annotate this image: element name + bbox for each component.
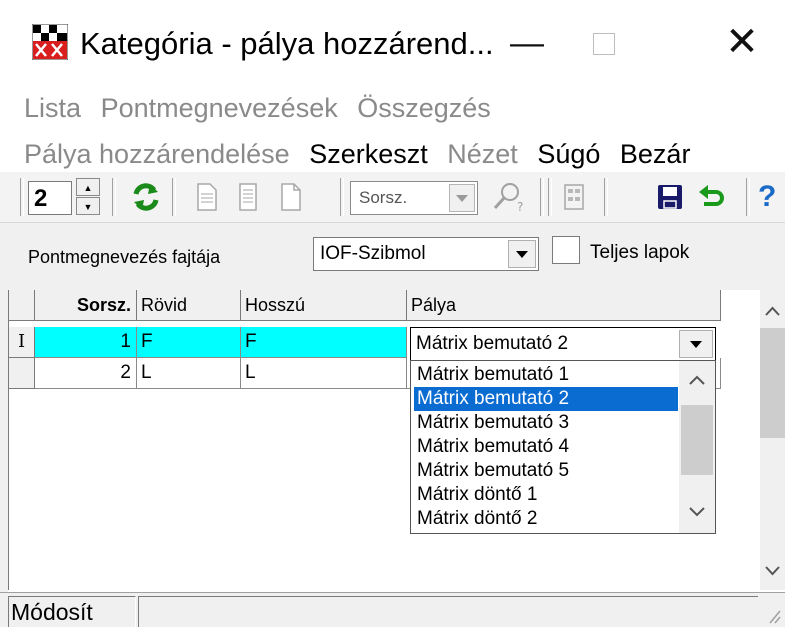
maximize-icon (593, 33, 615, 55)
status-text: Módosít (11, 599, 93, 625)
menu-szerkeszt[interactable]: Szerkeszt (309, 134, 428, 174)
full-pages-checkbox[interactable] (552, 236, 580, 264)
close-button[interactable]: ✕ (712, 14, 772, 72)
toolbar-separator (112, 178, 116, 216)
dropdown-scrollbar[interactable] (679, 361, 715, 533)
save-icon[interactable] (654, 180, 686, 214)
toolbar-separator (20, 178, 24, 216)
status-panel-mode: Módosít (8, 596, 136, 627)
chevron-up-icon[interactable] (679, 365, 715, 395)
toolbar-separator (340, 178, 344, 216)
layout-icon[interactable] (558, 180, 590, 214)
grid-vertical-scrollbar[interactable] (760, 290, 785, 590)
grid-left-edge (0, 290, 8, 592)
spin-up-button[interactable]: ▲ (76, 178, 100, 196)
point-type-label: Pontmegnevezés fajtája (28, 247, 221, 267)
record-spinner: ▲ ▼ (76, 178, 102, 216)
resize-grip-icon[interactable] (764, 603, 782, 625)
document-icon[interactable] (190, 180, 222, 214)
menu-nezet[interactable]: Nézet (447, 134, 518, 174)
svg-text:?: ? (517, 200, 523, 214)
page-icon[interactable] (232, 180, 264, 214)
cell-sorsz[interactable]: 2 (35, 358, 137, 389)
toolbar-separator (548, 178, 552, 216)
column-header-palya[interactable]: Pálya (407, 290, 721, 321)
row-indicator[interactable] (9, 358, 35, 389)
cell-sorsz[interactable]: 1 (35, 327, 137, 358)
filter-panel: Pontmegnevezés fajtája IOF-Szibmol Telje… (0, 222, 785, 291)
search-field-combo[interactable]: Sorsz. (350, 181, 478, 215)
toolbar-separator (540, 178, 544, 216)
grid-scroll-thumb[interactable] (760, 328, 785, 438)
dropdown-option[interactable]: Mátrix bemutató 3 (414, 411, 678, 435)
app-icon (31, 23, 69, 61)
course-dropdown-list[interactable]: Mátrix bemutató 1 Mátrix bemutató 2 Mátr… (410, 360, 716, 534)
status-panel-info (138, 596, 758, 627)
menu-bar-row-1: Lista Pontmegnevezések Összegzés (0, 88, 785, 128)
cell-rovid[interactable]: F (137, 327, 241, 358)
chevron-down-icon[interactable] (449, 184, 475, 212)
search-field-value: Sorsz. (359, 188, 408, 207)
refresh-icon[interactable] (130, 180, 162, 214)
minimize-button[interactable]: — (498, 14, 556, 72)
column-header-rovid[interactable]: Rövid (137, 290, 241, 321)
toolbar: 2 ▲ ▼ Sorsz. ? ? (0, 172, 785, 222)
window-title: Kategória - pálya hozzárend... (80, 26, 494, 61)
search-icon[interactable]: ? (490, 180, 523, 214)
column-header-hosszu[interactable]: Hosszú (241, 290, 407, 321)
dropdown-option[interactable]: Mátrix bemutató 1 (414, 363, 678, 387)
dropdown-option[interactable]: Mátrix döntő 2 (414, 507, 678, 531)
chevron-up-icon[interactable] (760, 298, 785, 324)
menu-pontmegnevezesek[interactable]: Pontmegnevezések (101, 88, 338, 128)
course-editor-value[interactable]: Mátrix bemutató 2 (416, 328, 568, 360)
cell-hosszu[interactable]: L (241, 358, 407, 389)
dropdown-option[interactable]: Mátrix bemutató 4 (414, 435, 678, 459)
grid-corner (9, 290, 35, 321)
chevron-down-icon[interactable] (679, 497, 715, 527)
toolbar-separator (746, 178, 750, 216)
point-type-value: IOF-Szibmol (320, 243, 426, 264)
menu-sugo[interactable]: Súgó (537, 134, 600, 174)
point-type-combo[interactable]: IOF-Szibmol (313, 237, 539, 271)
chevron-down-icon[interactable] (508, 240, 536, 268)
undo-icon[interactable] (694, 180, 726, 214)
toolbar-separator (604, 178, 608, 216)
dropdown-option[interactable]: Mátrix döntő 1 (414, 483, 678, 507)
course-editor-combo[interactable]: Mátrix bemutató 2 (410, 327, 716, 361)
cell-hosszu[interactable]: F (241, 327, 407, 358)
menu-palya-hozzarendelese[interactable]: Pálya hozzárendelése (24, 134, 290, 174)
menu-lista[interactable]: Lista (24, 88, 81, 128)
spin-down-button[interactable]: ▼ (76, 197, 100, 215)
dropdown-scroll-thumb[interactable] (681, 405, 713, 475)
cell-rovid[interactable]: L (137, 358, 241, 389)
help-icon[interactable]: ? (758, 180, 785, 214)
menu-bar-row-2: Pálya hozzárendelése Szerkeszt Nézet Súg… (0, 134, 785, 174)
maximize-button[interactable] (575, 24, 633, 72)
dropdown-option-selected[interactable]: Mátrix bemutató 2 (414, 387, 678, 411)
copy-document-icon[interactable] (274, 180, 306, 214)
chevron-down-icon[interactable] (760, 558, 785, 584)
menu-osszegzes[interactable]: Összegzés (357, 88, 491, 128)
full-pages-label: Teljes lapok (590, 242, 690, 263)
toolbar-separator (172, 178, 176, 216)
menu-bezar[interactable]: Bezár (620, 134, 691, 174)
dropdown-option[interactable]: Mátrix bemutató 5 (414, 459, 678, 483)
chevron-down-icon[interactable] (679, 330, 713, 358)
status-bar: Módosít (0, 592, 785, 627)
row-indicator[interactable]: I (9, 327, 35, 358)
column-header-sorsz[interactable]: Sorsz. (35, 290, 137, 321)
record-spin-input[interactable]: 2 (28, 181, 72, 215)
